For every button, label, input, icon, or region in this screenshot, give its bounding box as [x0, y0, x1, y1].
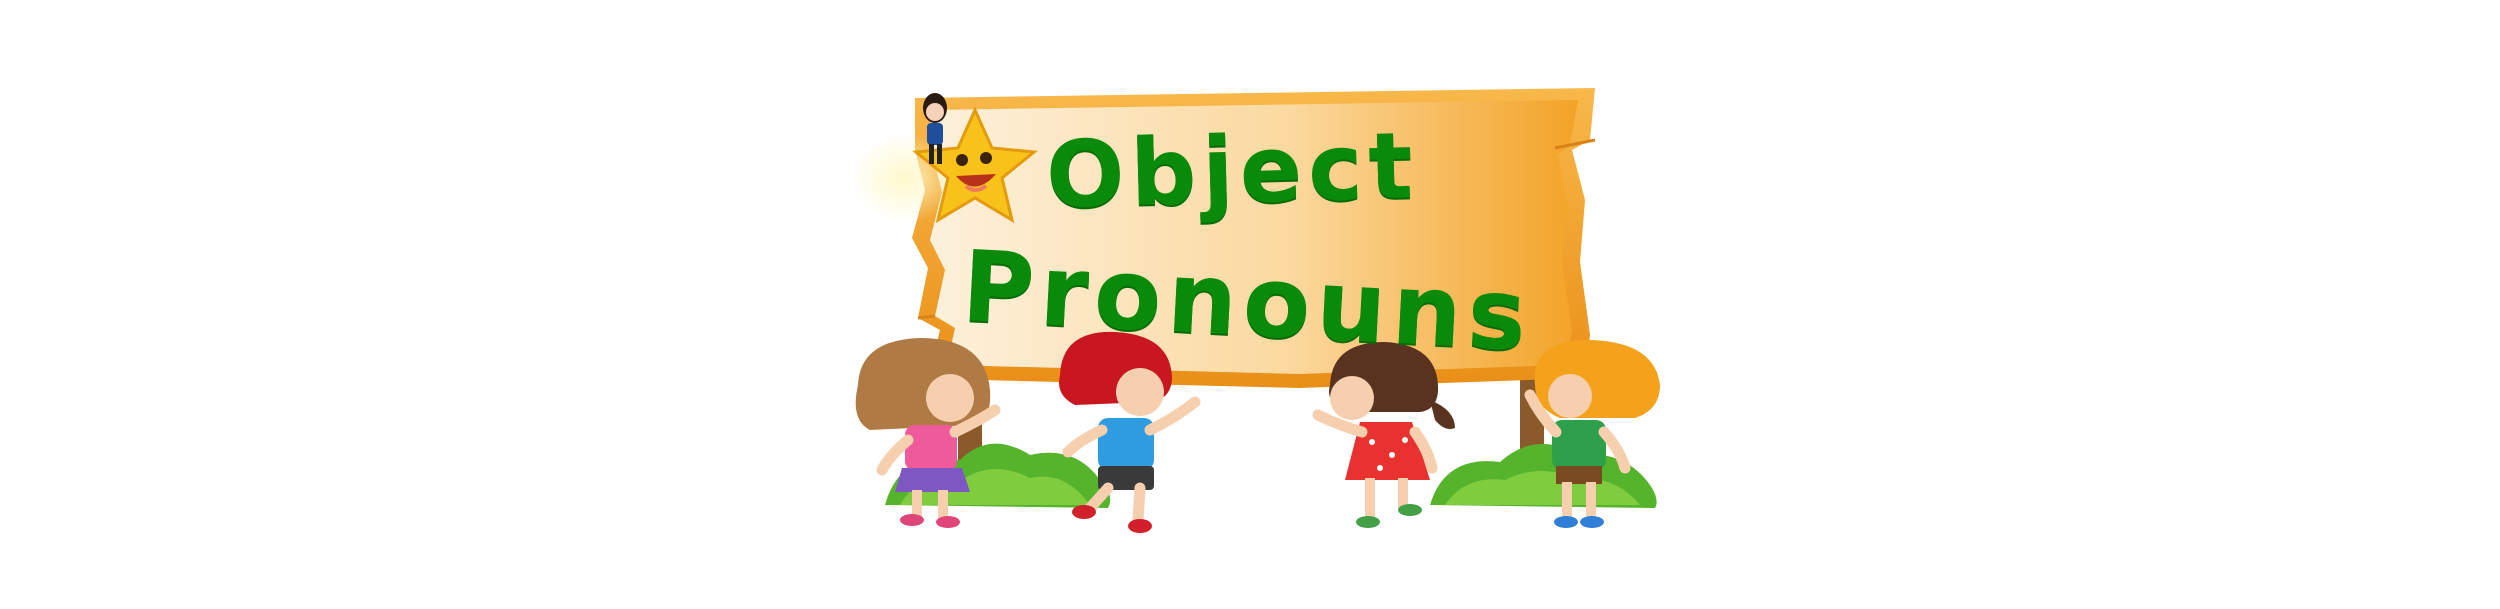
banner-stage: Object Pronouns [0, 0, 2500, 609]
sign-title-line-1: Object [1044, 112, 1420, 229]
sign-title-line-2: Pronouns [959, 230, 1536, 374]
